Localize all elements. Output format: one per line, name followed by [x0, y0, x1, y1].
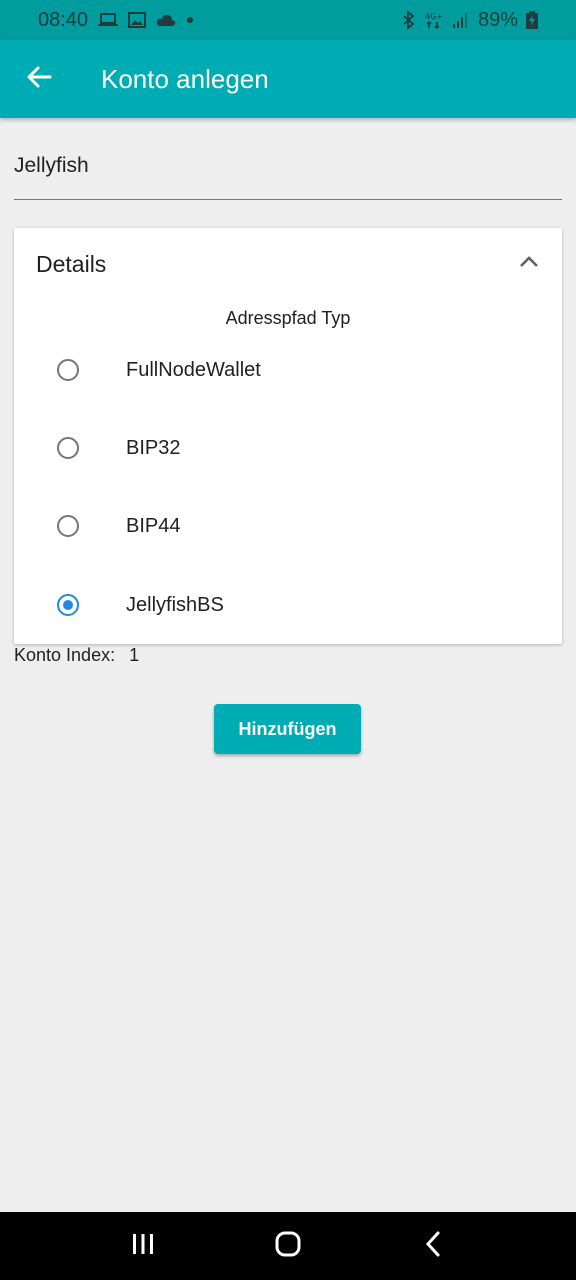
radio-button-checked[interactable]	[57, 594, 79, 616]
details-header[interactable]: Details	[14, 228, 562, 300]
dot-icon	[186, 16, 194, 24]
4g-icon: 4G+	[424, 11, 444, 29]
status-bar: 08:40 4G+ 89%	[0, 0, 576, 40]
home-button[interactable]	[258, 1216, 318, 1276]
radio-option-bip32[interactable]: BIP32	[14, 409, 562, 487]
radio-option-fullnodewallet[interactable]: FullNodeWallet	[14, 331, 562, 409]
svg-text:4G+: 4G+	[425, 12, 443, 21]
account-index-value: 1	[129, 645, 140, 665]
arrow-back-icon	[26, 64, 52, 95]
back-icon	[423, 1230, 443, 1263]
navigation-bar	[0, 1212, 576, 1280]
radio-label: JellyfishBS	[126, 593, 224, 616]
account-name-field[interactable]	[14, 140, 562, 200]
radio-label: BIP32	[126, 436, 181, 459]
page-title: Konto anlegen	[101, 63, 269, 94]
image-icon	[128, 12, 147, 28]
back-button[interactable]	[0, 40, 78, 118]
signal-icon	[452, 12, 470, 28]
recent-apps-icon	[130, 1232, 156, 1261]
nav-back-button[interactable]	[403, 1216, 463, 1276]
recent-apps-button[interactable]	[113, 1216, 173, 1276]
laptop-icon	[98, 12, 119, 28]
account-index-row: Konto Index: 1	[14, 645, 139, 666]
app-bar: Konto anlegen	[0, 40, 576, 118]
radio-button[interactable]	[57, 359, 79, 381]
details-title: Details	[36, 250, 107, 277]
radio-label: BIP44	[126, 514, 181, 537]
chevron-up-icon[interactable]	[518, 255, 540, 274]
details-card: Details Adresspfad Typ FullNodeWallet BI…	[14, 228, 562, 644]
bluetooth-icon	[402, 11, 416, 29]
home-icon	[274, 1230, 302, 1263]
account-index-label: Konto Index:	[14, 645, 116, 665]
address-path-type-label: Adresspfad Typ	[225, 308, 351, 328]
battery-percent: 89%	[477, 8, 518, 31]
radio-label: FullNodeWallet	[126, 358, 261, 381]
add-button[interactable]: Hinzufügen	[214, 704, 361, 754]
status-time: 08:40	[38, 8, 89, 31]
cloud-icon	[156, 13, 176, 27]
battery-charging-icon	[526, 11, 538, 29]
radio-option-jellyfishbs[interactable]: JellyfishBS	[14, 566, 562, 644]
radio-option-bip44[interactable]: BIP44	[14, 487, 562, 565]
radio-button[interactable]	[57, 515, 79, 537]
radio-button[interactable]	[57, 437, 79, 459]
